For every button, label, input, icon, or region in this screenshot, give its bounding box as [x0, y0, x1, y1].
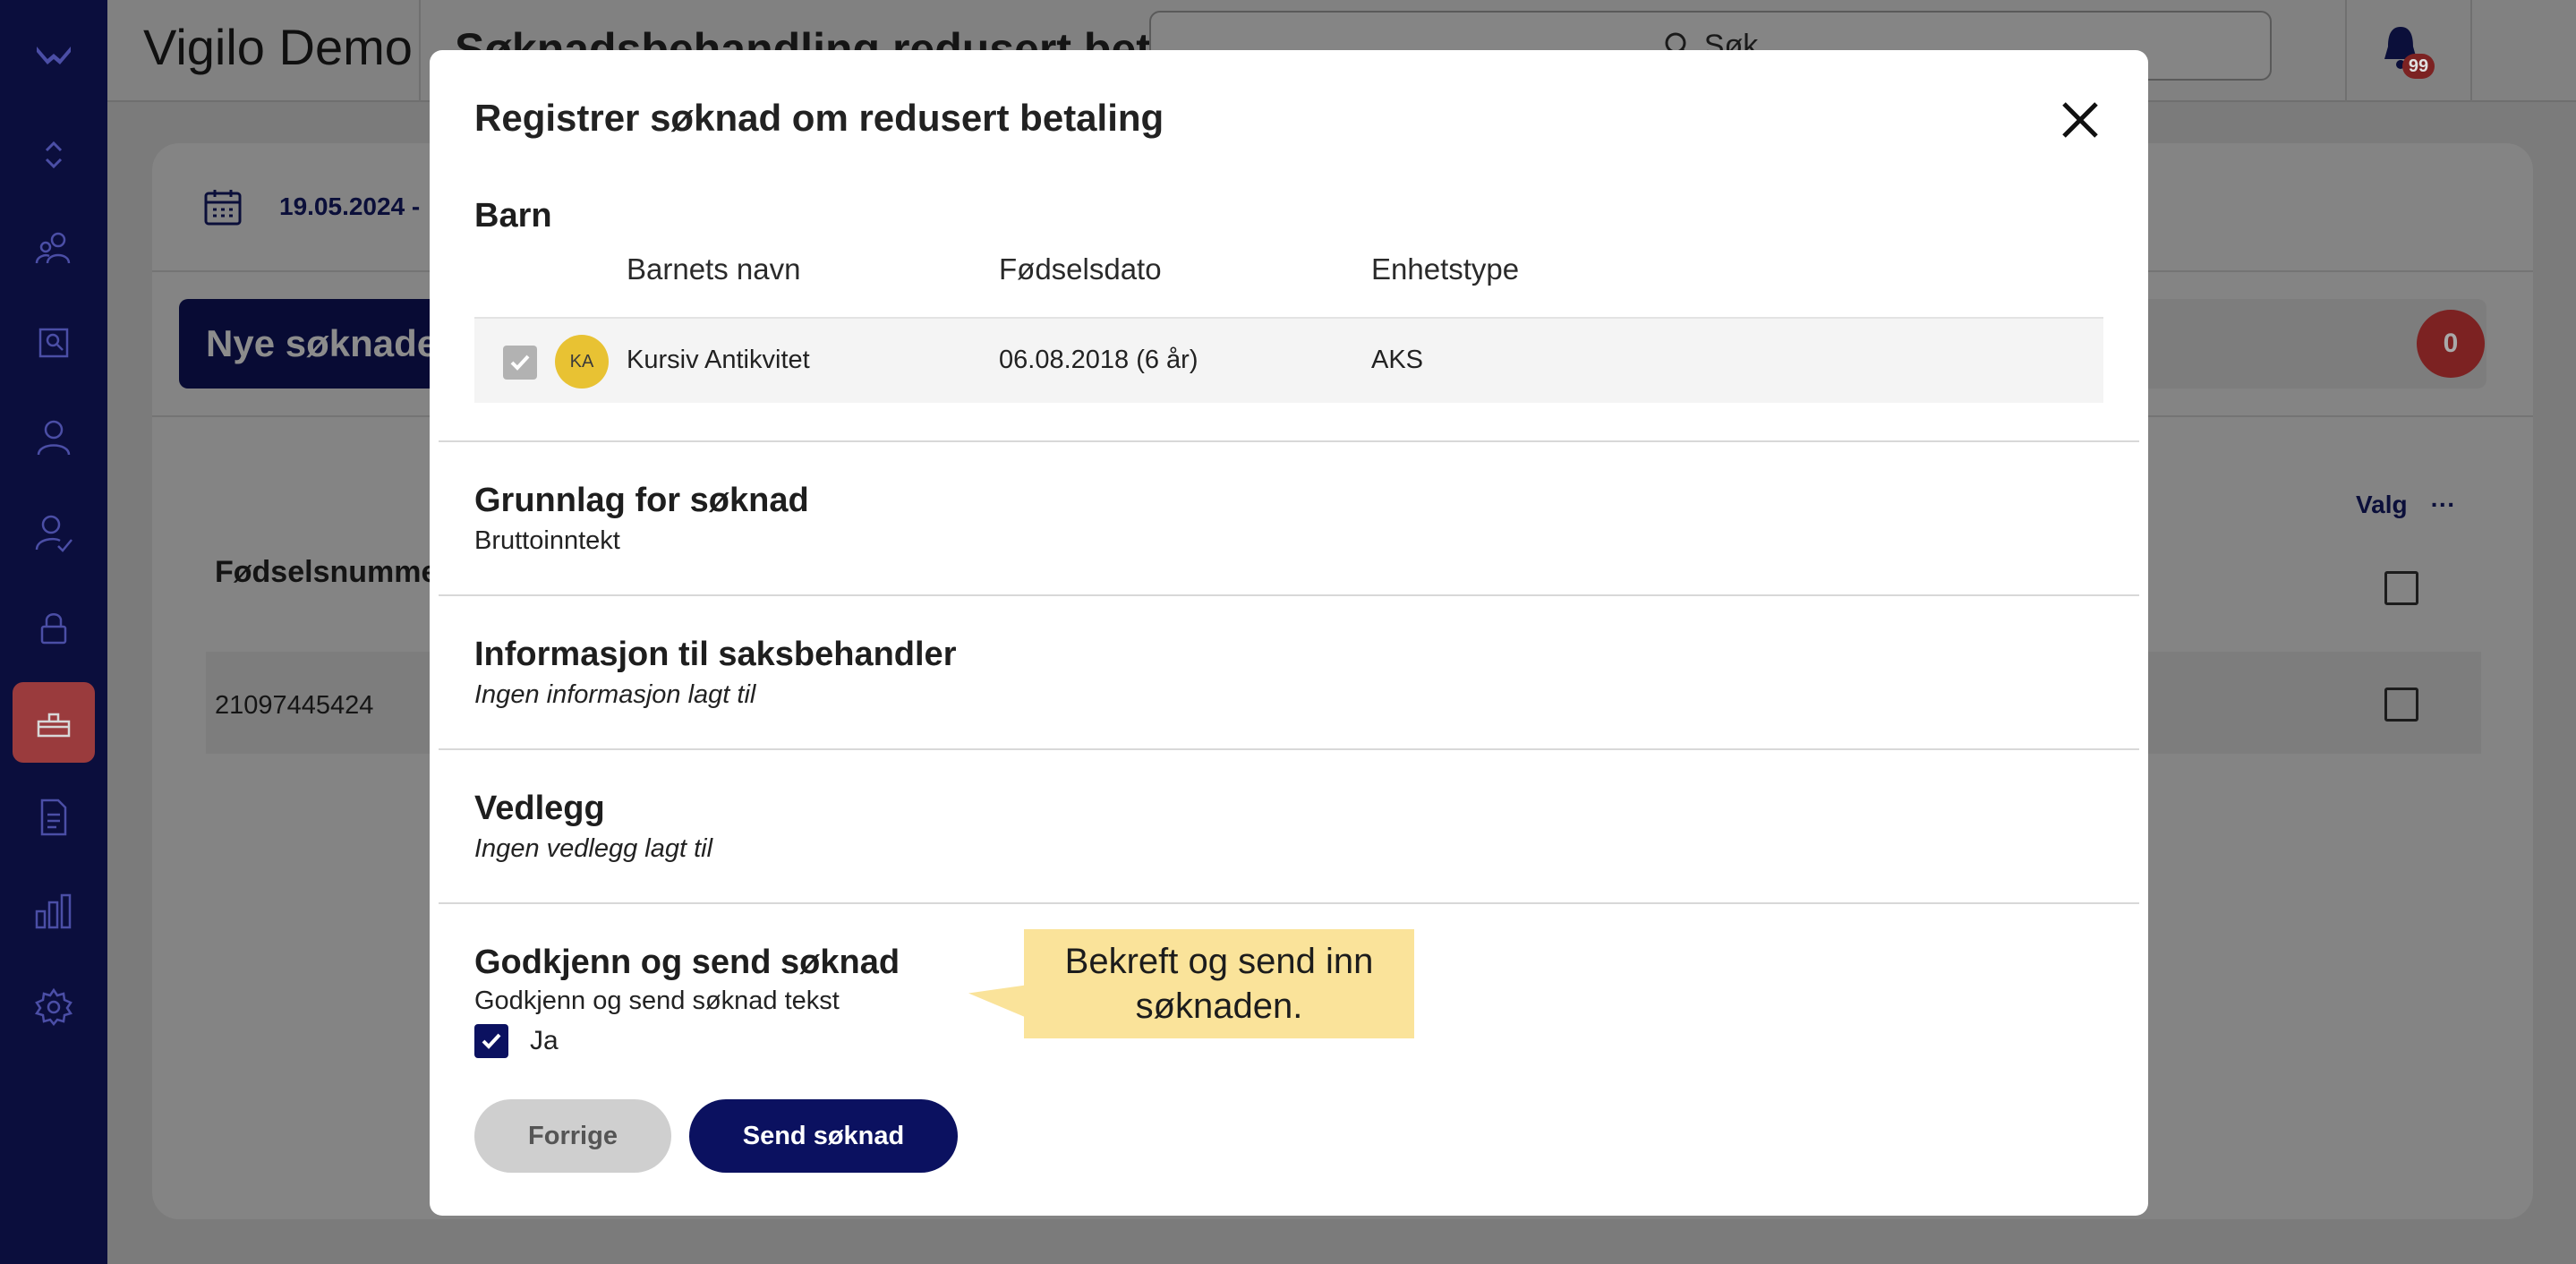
attachments-value: Ingen vedlegg lagt til — [474, 834, 713, 863]
side-navigation — [0, 0, 107, 1264]
divider — [439, 748, 2139, 750]
send-application-button[interactable]: Send søknad — [689, 1099, 958, 1173]
new-count-badge: 0 — [2417, 310, 2485, 378]
date-range-bar[interactable]: 19.05.2024 - — [202, 186, 420, 227]
register-application-modal: Registrer søknad om redusert betaling Ba… — [430, 50, 2148, 1216]
divider — [439, 440, 2139, 442]
column-header-unit-type: Enhetstype — [1371, 252, 1520, 286]
person-check-icon[interactable] — [0, 492, 107, 573]
payment-icon[interactable] — [0, 682, 107, 763]
date-range: 19.05.2024 - — [279, 192, 421, 220]
top-separator — [2470, 0, 2472, 102]
tooltip-arrow — [968, 977, 1026, 1018]
approve-section-title: Godkjenn og send søknad — [474, 944, 900, 981]
child-unit-type: AKS — [1371, 346, 1424, 374]
document-icon[interactable] — [0, 777, 107, 858]
avatar: KA — [555, 335, 609, 389]
children-section-title: Barn — [474, 197, 552, 235]
table-row: KA Kursiv Antikvitet 06.08.2018 (6 år) A… — [474, 317, 2103, 403]
column-header-fodselsnummer: Fødselsnummer — [215, 555, 450, 589]
previous-button[interactable]: Forrige — [474, 1099, 671, 1173]
select-all-checkbox[interactable] — [2384, 571, 2418, 605]
top-separator — [419, 0, 421, 102]
basis-value: Bruttoinntekt — [474, 526, 620, 555]
lock-icon[interactable] — [0, 587, 107, 668]
approve-text: Godkjenn og send søknad tekst — [474, 986, 840, 1015]
child-birth-date: 06.08.2018 (6 år) — [999, 346, 1198, 374]
top-separator — [2345, 0, 2347, 102]
vigilo-logo-icon[interactable] — [0, 14, 107, 95]
confirm-checkbox[interactable] — [474, 1024, 508, 1058]
notification-badge: 99 — [2402, 54, 2435, 79]
checkmark-icon — [510, 354, 530, 371]
column-header-birth-date: Fødselsdato — [999, 252, 1162, 286]
child-checkbox[interactable] — [503, 346, 537, 380]
child-name: Kursiv Antikvitet — [627, 346, 810, 374]
checkmark-icon — [482, 1033, 501, 1049]
person-icon[interactable] — [0, 397, 107, 478]
bar-chart-icon[interactable] — [0, 872, 107, 952]
search-person-icon[interactable] — [0, 303, 107, 383]
expand-collapse-icon[interactable] — [0, 115, 107, 195]
fodselsnummer-cell: 21097445424 — [215, 691, 374, 720]
guide-tooltip: Bekreft og send inn søknaden. — [1024, 929, 1414, 1038]
column-header-child-name: Barnets navn — [627, 252, 801, 286]
options-label: Valg — [2356, 491, 2408, 518]
modal-title: Registrer søknad om redusert betaling — [474, 97, 1164, 139]
confirm-checkbox-label[interactable]: Ja — [530, 1026, 559, 1056]
calendar-icon — [204, 190, 242, 226]
gear-icon[interactable] — [0, 967, 107, 1047]
divider — [439, 594, 2139, 596]
app-name: Vigilo Demo — [143, 19, 413, 75]
options-menu[interactable]: Valg ··· — [2356, 491, 2456, 519]
more-icon: ··· — [2430, 491, 2456, 518]
basis-section-title: Grunnlag for søknad — [474, 482, 809, 519]
close-icon[interactable] — [2055, 95, 2105, 145]
info-value: Ingen informasjon lagt til — [474, 680, 756, 709]
attachments-section-title: Vedlegg — [474, 790, 605, 827]
info-section-title: Informasjon til saksbehandler — [474, 636, 957, 673]
users-icon[interactable] — [0, 208, 107, 288]
divider — [439, 902, 2139, 904]
row-checkbox[interactable] — [2384, 688, 2418, 722]
